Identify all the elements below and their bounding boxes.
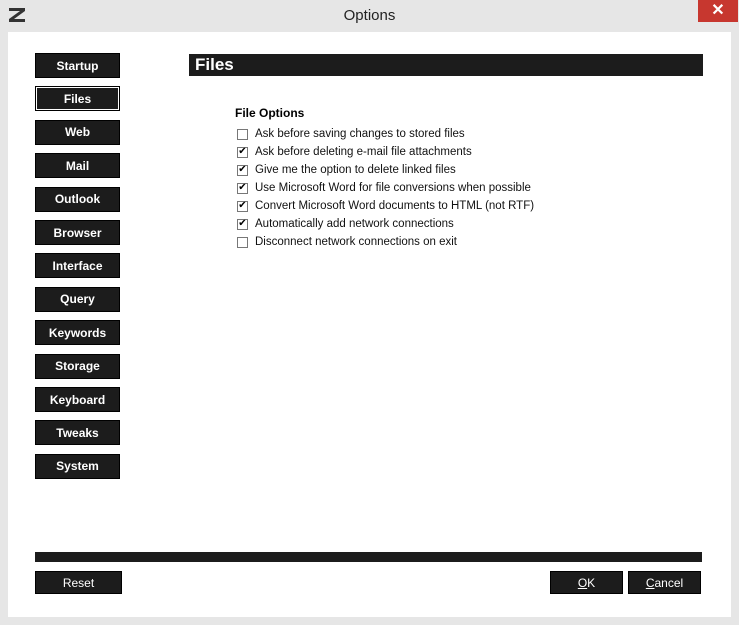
option-row[interactable]: ✔ Automatically add network connections (237, 217, 454, 231)
option-label: Use Microsoft Word for file conversions … (255, 182, 531, 194)
option-row[interactable]: ✔ Use Microsoft Word for file conversions… (237, 181, 531, 195)
sidebar-item-query[interactable]: Query (35, 286, 120, 312)
option-row[interactable]: Disconnect network connections on exit (237, 235, 457, 249)
option-row[interactable]: ✔ Ask before deleting e-mail file attachm… (237, 145, 472, 159)
sidebar-item-tweaks[interactable]: Tweaks (35, 420, 120, 446)
ok-button[interactable]: OK (550, 571, 623, 594)
option-label: Ask before saving changes to stored file… (255, 128, 465, 140)
option-label: Give me the option to delete linked file… (255, 164, 456, 176)
sidebar-item-label: Files (63, 91, 92, 106)
sidebar-item-outlook[interactable]: Outlook (35, 186, 120, 212)
checkbox-checked[interactable]: ✔ (237, 146, 248, 158)
cancel-button-label: Cancel (645, 575, 684, 590)
title-bar: Options ✕ (0, 0, 739, 32)
reset-button-label: Reset (62, 575, 95, 590)
section-title: Files (189, 54, 703, 76)
sidebar-item-keywords[interactable]: Keywords (35, 320, 120, 346)
sidebar-item-label: Keyboard (49, 392, 106, 407)
sidebar-item-startup[interactable]: Startup (35, 53, 120, 78)
sidebar-item-keyboard[interactable]: Keyboard (35, 387, 120, 412)
checkbox-checked[interactable]: ✔ (237, 218, 248, 230)
sidebar-item-label: Browser (53, 225, 102, 240)
option-label: Convert Microsoft Word documents to HTML… (255, 200, 535, 212)
sidebar-item-interface[interactable]: Interface (35, 253, 120, 279)
option-label: Disconnect network connections on exit (255, 236, 457, 248)
sidebar-item-mail[interactable]: Mail (35, 153, 120, 179)
checkbox-checked[interactable]: ✔ (237, 200, 248, 212)
sidebar-item-label: System (56, 459, 99, 474)
window-title: Options (343, 7, 396, 24)
checkbox-checked[interactable]: ✔ (237, 164, 248, 176)
checkbox-checked[interactable]: ✔ (237, 182, 248, 194)
sidebar-item-files[interactable]: Files (35, 86, 120, 112)
sidebar-item-storage[interactable]: Storage (35, 353, 120, 379)
sidebar-item-label: Tweaks (56, 425, 99, 440)
sidebar-item-web[interactable]: Web (35, 119, 120, 145)
client-area: Startup Files Web Mail Outlook Browser Interfa… (8, 32, 731, 617)
sidebar-item-label: Web (64, 125, 91, 140)
sidebar-item-label: Mail (65, 158, 90, 173)
sidebar-item-label: Startup (56, 58, 99, 73)
checkbox-unchecked[interactable] (237, 128, 248, 140)
option-label: Ask before deleting e-mail file attachme… (255, 146, 472, 158)
sidebar-item-label: Outlook (54, 192, 101, 207)
bottom-divider-bar (35, 552, 702, 562)
sidebar-item-label: Storage (55, 359, 100, 374)
sidebar-item-browser[interactable]: Browser (35, 220, 120, 245)
option-row[interactable]: Ask before saving changes to stored file… (237, 127, 465, 141)
sidebar-item-label: Query (60, 292, 95, 307)
sidebar-item-label: Interface (52, 258, 103, 273)
option-label: Automatically add network connections (255, 218, 454, 230)
option-row[interactable]: ✔ Give me the option to delete linked fil… (237, 163, 456, 177)
sidebar-item-system[interactable]: System (35, 453, 120, 479)
group-title: File Options (235, 106, 305, 120)
reset-button[interactable]: Reset (35, 571, 122, 594)
ok-button-label: OK (577, 575, 596, 590)
close-button[interactable]: ✕ (698, 0, 738, 22)
sidebar-item-label: Keywords (48, 325, 107, 340)
option-row[interactable]: ✔ Convert Microsoft Word documents to HTM… (237, 199, 534, 213)
checkbox-unchecked[interactable] (237, 236, 248, 248)
cancel-button[interactable]: Cancel (628, 571, 701, 594)
